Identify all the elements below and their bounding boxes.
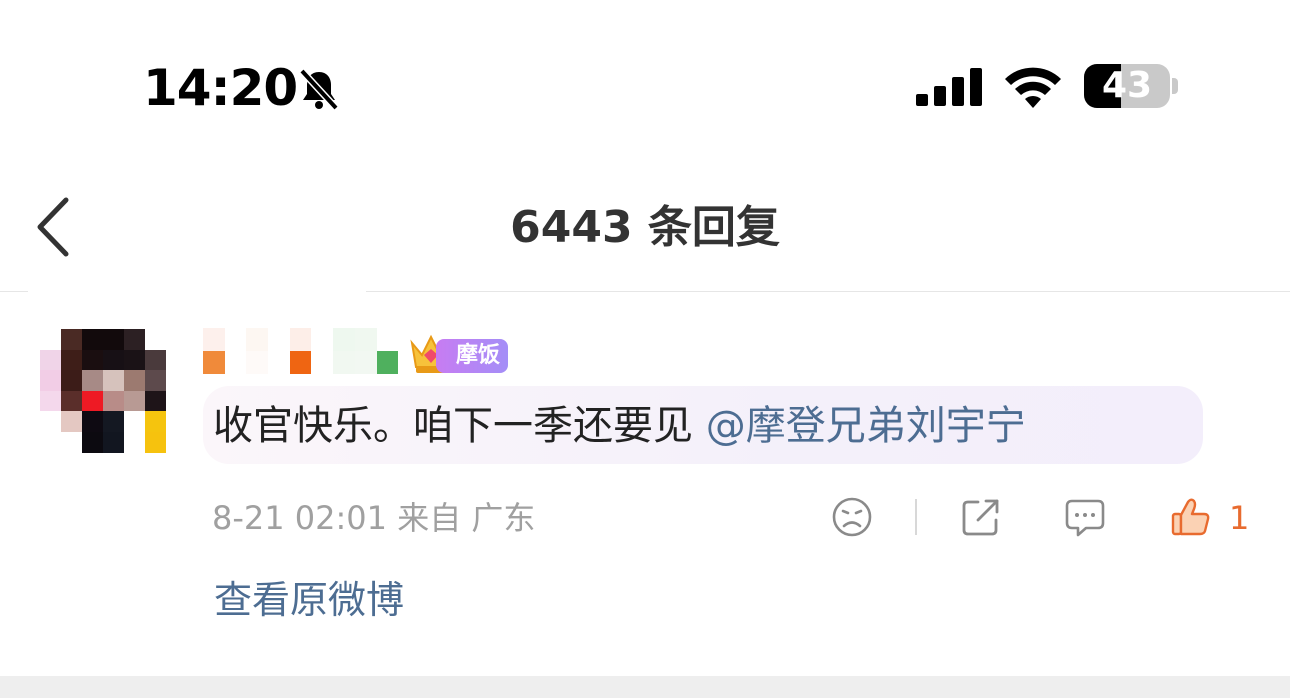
avatar[interactable] — [40, 329, 166, 453]
comment-body: 收官快乐。咱下一季还要见 — [213, 403, 706, 449]
dislike-icon[interactable] — [831, 496, 873, 538]
cellular-signal-icon — [916, 68, 982, 106]
bottom-separator — [0, 676, 1290, 698]
fan-badge-label: 摩饭 — [456, 343, 501, 368]
header-divider-gap — [28, 282, 366, 296]
battery-indicator: 43 — [1084, 64, 1170, 108]
view-original-link[interactable]: 查看原微博 — [214, 574, 404, 626]
comment-time: 8-21 02:01 — [212, 499, 388, 537]
bell-slash-icon — [299, 68, 339, 111]
comment-meta: 8-21 02:01 来自 广东 — [212, 496, 535, 540]
like-count: 1 — [1229, 499, 1250, 537]
fan-badge: 摩饭 — [436, 339, 509, 373]
wifi-icon — [1005, 67, 1061, 108]
comment-text: 收官快乐。咱下一季还要见 @摩登兄弟刘宇宁 — [213, 400, 1026, 452]
page-title: 6443 条回复 — [510, 202, 780, 253]
username-pixelated[interactable] — [203, 328, 399, 374]
battery-cap — [1172, 78, 1178, 94]
action-divider — [915, 499, 917, 535]
battery-level: 43 — [1101, 65, 1153, 106]
comment-location: 来自 广东 — [397, 499, 536, 537]
mention-link[interactable]: @摩登兄弟刘宇宁 — [706, 403, 1026, 449]
thumbs-up-icon[interactable] — [1170, 496, 1212, 538]
comment-icon[interactable] — [1064, 496, 1106, 538]
share-icon[interactable] — [960, 496, 1002, 538]
status-time: 14:20 — [143, 59, 298, 117]
